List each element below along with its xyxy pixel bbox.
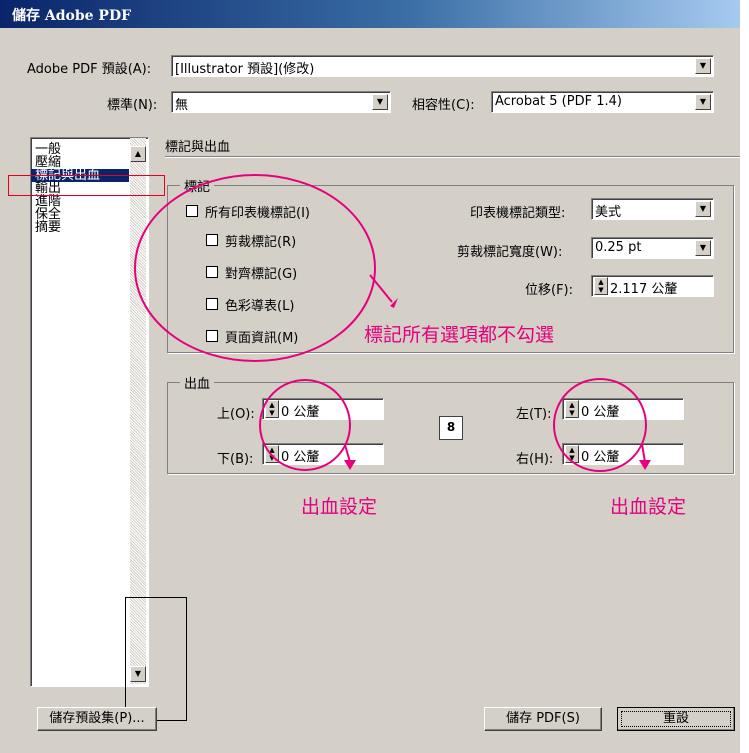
save-pdf-dialog: 儲存 Adobe PDF Adobe PDF 預設(A): [Illustrat…: [0, 0, 749, 753]
save-pdf-button[interactable]: 儲存 PDF(S): [484, 707, 602, 731]
bleed-right-annotation-arrow-line: [641, 443, 646, 463]
marks-annotation-circle: [134, 174, 376, 362]
bleed-annotation-text-right: 出血設定: [610, 496, 687, 518]
bleed-right-annotation-circle: [553, 378, 647, 472]
reset-button[interactable]: 重設: [617, 707, 735, 731]
bleed-left-annotation-arrow-head: [344, 460, 356, 470]
bleed-left-annotation-arrow-line: [344, 444, 351, 463]
bleed-right-annotation-arrow-head: [639, 460, 651, 470]
save-preset-button[interactable]: 儲存預設集(P)...: [37, 707, 157, 731]
marks-annotation-arrow-line: [369, 274, 393, 303]
bleed-annotation-text-left: 出血設定: [301, 496, 378, 518]
bleed-left-annotation-circle: [259, 379, 351, 471]
annotation-overlay: [134, 174, 651, 472]
marks-annotation-text: 標記所有選項都不勾選: [364, 324, 555, 346]
